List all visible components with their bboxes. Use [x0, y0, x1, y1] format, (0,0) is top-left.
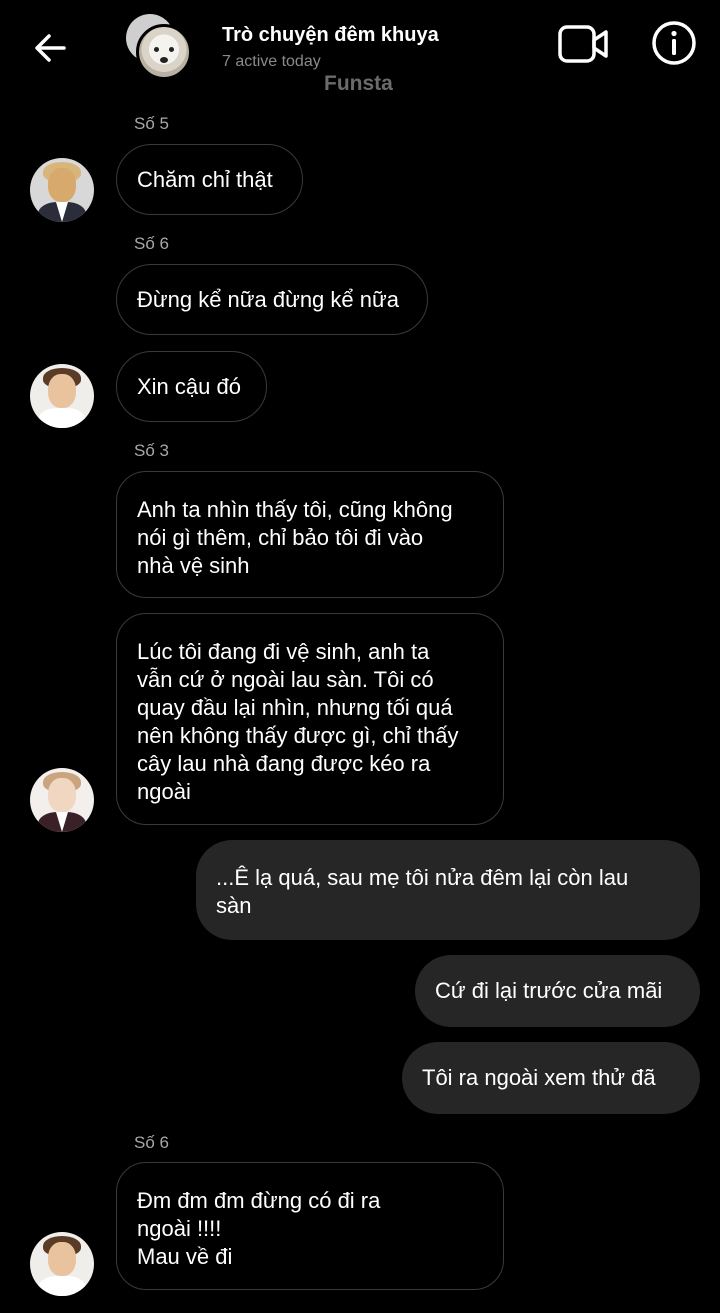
chat-title[interactable]: Trò chuyện đêm khuya: [222, 24, 439, 47]
info-icon[interactable]: [651, 20, 697, 66]
video-call-icon[interactable]: [556, 22, 610, 66]
avatar-so5[interactable]: [30, 158, 94, 222]
message-bubble[interactable]: Anh ta nhìn thấy tôi, cũng không nói gì …: [116, 471, 504, 598]
sender-name: Số 6: [134, 234, 169, 253]
group-avatar-front: [136, 24, 192, 80]
message-bubble[interactable]: Xin cậu đó: [116, 351, 267, 422]
avatar-so6[interactable]: [30, 364, 94, 428]
message-bubble-outgoing[interactable]: ...Ê lạ quá, sau mẹ tôi nửa đêm lại còn …: [196, 840, 700, 940]
message-bubble-outgoing[interactable]: Tôi ra ngoài xem thử đã: [402, 1042, 700, 1114]
message-bubble[interactable]: Đm đm đm đừng có đi ra ngoài !!!! Mau về…: [116, 1162, 504, 1290]
active-status: 7 active today: [222, 53, 321, 70]
watermark: Funsta: [324, 72, 393, 95]
sender-name: Số 3: [134, 441, 169, 460]
message-bubble[interactable]: Đừng kể nữa đừng kể nữa: [116, 264, 428, 335]
message-bubble-outgoing[interactable]: Cứ đi lại trước cửa mãi: [415, 955, 700, 1027]
group-avatar[interactable]: [126, 14, 196, 84]
message-bubble[interactable]: Chăm chỉ thật: [116, 144, 303, 215]
message-bubble[interactable]: Lúc tôi đang đi vệ sinh, anh ta vẫn cứ ở…: [116, 613, 504, 825]
avatar-so6[interactable]: [30, 1232, 94, 1296]
back-arrow-icon[interactable]: [30, 28, 70, 68]
sender-name: Số 6: [134, 1133, 169, 1152]
avatar-so3[interactable]: [30, 768, 94, 832]
sender-name: Số 5: [134, 114, 169, 133]
